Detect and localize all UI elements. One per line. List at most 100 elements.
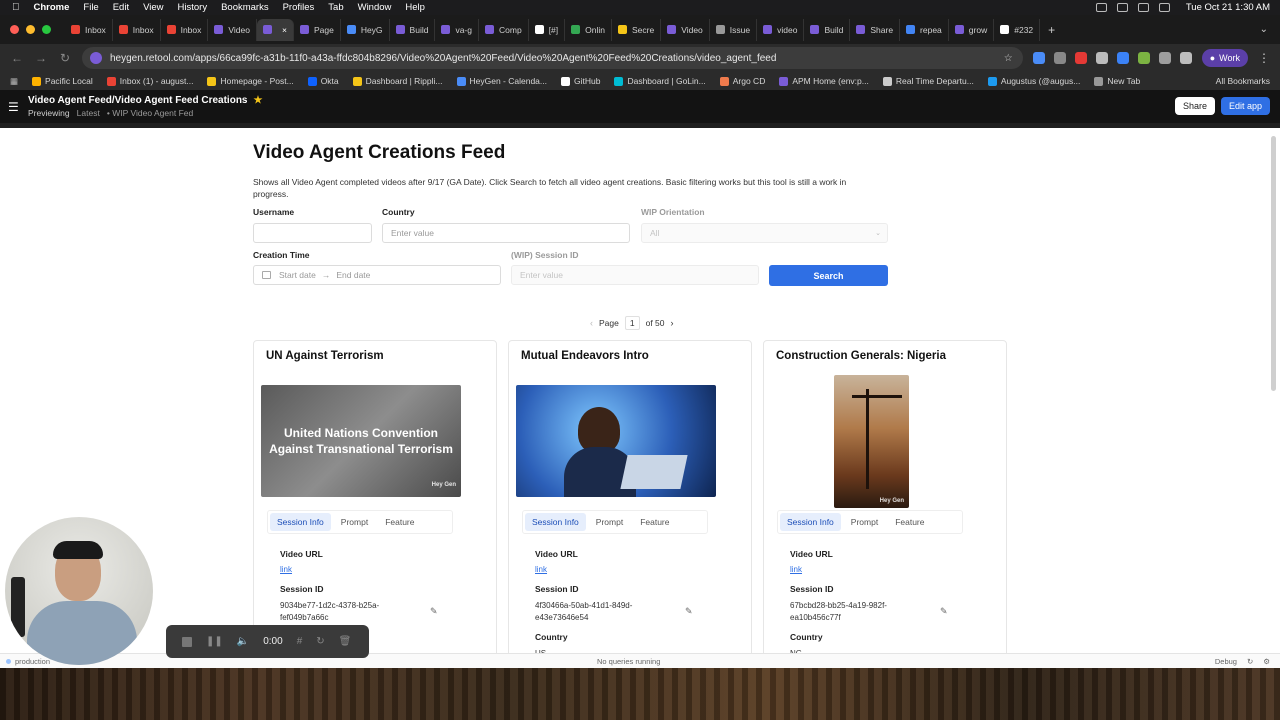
country-input[interactable]: Enter value	[382, 223, 630, 243]
video-url-link[interactable]: link	[535, 565, 578, 574]
bookmark-item[interactable]: Real Time Departu...	[882, 76, 974, 86]
orientation-select[interactable]: All ⌄	[641, 223, 888, 243]
browser-tab[interactable]: Inbox	[113, 18, 161, 41]
tab-session-info[interactable]: Session Info	[525, 513, 586, 531]
tab-session-info[interactable]: Session Info	[270, 513, 331, 531]
browser-tab[interactable]: Secre	[612, 18, 662, 41]
bookmark-item[interactable]: GitHub	[560, 76, 600, 86]
end-date-placeholder[interactable]: End date	[336, 270, 370, 280]
bookmark-star-icon[interactable]: ☆	[1004, 53, 1013, 64]
menu-edit[interactable]: Edit	[113, 2, 129, 13]
tab-prompt[interactable]: Prompt	[334, 513, 375, 531]
browser-tab[interactable]: Inbox	[161, 18, 209, 41]
edit-pencil-icon[interactable]: ✎	[430, 606, 438, 617]
browser-tab[interactable]: Comp	[479, 18, 529, 41]
browser-tab[interactable]: HeyG	[341, 18, 390, 41]
tab-feature[interactable]: Feature	[888, 513, 931, 531]
hamburger-menu-icon[interactable]: ☰	[8, 100, 20, 114]
video-thumbnail[interactable]: Hey Gen	[834, 375, 909, 508]
search-button[interactable]: Search	[769, 265, 888, 286]
extension-icon[interactable]	[1032, 52, 1045, 64]
bookmark-item[interactable]: Inbox (1) - august...	[106, 76, 193, 86]
bookmark-item[interactable]: Pacific Local	[32, 76, 93, 86]
app-version[interactable]: Latest	[77, 108, 100, 118]
app-branch[interactable]: • WIP Video Agent Fed	[107, 108, 193, 118]
browser-tab[interactable]: Inbox	[65, 18, 113, 41]
menu-window[interactable]: Window	[358, 2, 392, 13]
extension-icon[interactable]	[1137, 52, 1150, 64]
menu-view[interactable]: View	[143, 2, 163, 13]
close-tab-icon[interactable]: ×	[282, 25, 287, 35]
page-number-input[interactable]: 1	[624, 316, 640, 330]
profile-button[interactable]: ● Work	[1201, 49, 1248, 67]
video-url-link[interactable]: link	[280, 565, 323, 574]
browser-tab[interactable]: [#]	[529, 18, 566, 41]
bookmark-item[interactable]: Okta	[307, 76, 339, 86]
bookmark-item[interactable]: Augustus (@augus...	[987, 76, 1080, 86]
bookmark-item[interactable]: Dashboard | GoLin...	[614, 76, 706, 86]
bookmark-item[interactable]: APM Home (env:p...	[779, 76, 869, 86]
zoom-window-icon[interactable]	[42, 25, 51, 34]
control-center-icon[interactable]	[1158, 3, 1170, 12]
extension-icon[interactable]	[1095, 52, 1108, 64]
stop-icon[interactable]	[182, 636, 192, 647]
trash-icon[interactable]: 🗑	[339, 636, 352, 647]
minimize-window-icon[interactable]	[26, 25, 35, 34]
browser-tab[interactable]: ×	[256, 18, 294, 41]
canvas-scrollbar[interactable]	[1271, 136, 1276, 391]
battery-icon[interactable]	[1137, 3, 1149, 12]
tab-prompt[interactable]: Prompt	[844, 513, 885, 531]
tab-feature[interactable]: Feature	[633, 513, 676, 531]
creation-time-range[interactable]: Start date → End date	[253, 265, 501, 285]
wifi-icon[interactable]	[1116, 3, 1128, 12]
browser-tab[interactable]: Video	[661, 18, 710, 41]
menu-help[interactable]: Help	[405, 2, 425, 13]
bookmark-item[interactable]: Dashboard | Rippli...	[352, 76, 443, 86]
screen-record-icon[interactable]	[1095, 3, 1107, 12]
bookmark-item[interactable]: Homepage - Post...	[207, 76, 294, 86]
browser-tab[interactable]: Share	[850, 18, 901, 41]
puzzle-icon[interactable]	[1158, 52, 1171, 64]
bookmark-item[interactable]: Argo CD	[719, 76, 765, 86]
site-info-icon[interactable]	[90, 52, 102, 64]
browser-tab[interactable]: Page	[294, 18, 341, 41]
settings-icon[interactable]: ⚙	[1263, 657, 1270, 666]
menu-app-name[interactable]: Chrome	[34, 2, 70, 13]
browser-tab[interactable]: va-g	[435, 18, 479, 41]
prev-page-icon[interactable]: ‹	[590, 318, 593, 328]
browser-tab[interactable]: Video	[208, 18, 257, 41]
close-window-icon[interactable]	[10, 25, 19, 34]
back-icon[interactable]: ←	[10, 51, 24, 65]
video-url-link[interactable]: link	[790, 565, 833, 574]
browser-tab[interactable]: Build	[804, 18, 851, 41]
apps-grid-icon[interactable]: ▦	[10, 76, 18, 87]
video-thumbnail[interactable]	[516, 385, 716, 497]
reload-icon[interactable]: ↻	[58, 51, 72, 65]
address-bar[interactable]: heygen.retool.com/apps/66ca99fc-a31b-11f…	[82, 47, 1023, 69]
restart-icon[interactable]: ↻	[316, 636, 324, 647]
extension-icon[interactable]	[1116, 52, 1129, 64]
apple-icon[interactable]: 	[12, 2, 20, 13]
extension-icon[interactable]	[1074, 52, 1087, 64]
tab-session-info[interactable]: Session Info	[780, 513, 841, 531]
edit-app-button[interactable]: Edit app	[1220, 97, 1270, 115]
pause-icon[interactable]: ❚❚	[206, 636, 223, 647]
forward-icon[interactable]: →	[34, 51, 48, 65]
share-button[interactable]: Share	[1174, 97, 1215, 115]
all-bookmarks[interactable]: All Bookmarks	[1216, 76, 1270, 86]
bookmark-item[interactable]: HeyGen - Calenda...	[456, 76, 547, 86]
menu-file[interactable]: File	[83, 2, 98, 13]
mute-icon[interactable]: 🔈	[237, 636, 249, 647]
browser-tab[interactable]: #232	[994, 18, 1041, 41]
grid-icon[interactable]: #	[297, 636, 303, 647]
username-input[interactable]	[253, 223, 372, 243]
browser-tab[interactable]: Issue	[710, 18, 758, 41]
menu-tab[interactable]: Tab	[328, 2, 343, 13]
tab-prompt[interactable]: Prompt	[589, 513, 630, 531]
video-thumbnail[interactable]: United Nations Convention Against Transn…	[261, 385, 461, 497]
bookmark-item[interactable]: New Tab	[1094, 76, 1140, 86]
favorite-star-icon[interactable]: ★	[253, 95, 262, 106]
new-tab-icon[interactable]: +	[1048, 23, 1055, 37]
browser-tab[interactable]: Build	[390, 18, 436, 41]
menu-bookmarks[interactable]: Bookmarks	[221, 2, 269, 13]
